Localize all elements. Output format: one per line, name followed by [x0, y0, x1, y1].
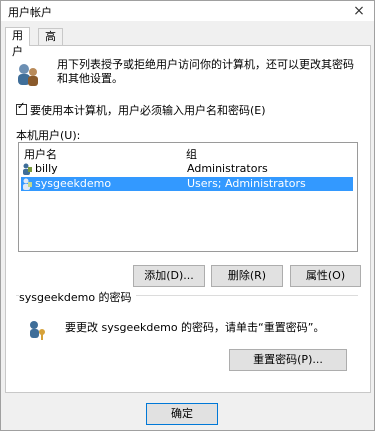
dialog-footer: 确定	[1, 393, 374, 430]
reset-password-button[interactable]: 重置密码(P)...	[229, 349, 347, 371]
user-accounts-window: 用户帐户 × 用户 高级 用下列表授予或拒绝用户访问你的计算机，还可以更改其密码…	[0, 0, 375, 431]
users-list[interactable]: 用户名 组 billy Administrators sysgeekdemo U…	[18, 142, 358, 252]
row-group: Administrators	[187, 162, 268, 175]
add-button[interactable]: 添加(D)...	[133, 265, 205, 287]
require-login-checkbox[interactable]	[16, 101, 27, 115]
user-icon	[23, 178, 32, 190]
users-icon	[18, 64, 38, 86]
tab-advanced[interactable]: 高级	[38, 28, 63, 59]
column-header-group[interactable]: 组	[186, 146, 197, 162]
user-icon	[23, 163, 32, 175]
password-group-title: sysgeekdemo 的密码	[19, 289, 136, 305]
tab-users[interactable]: 用户	[5, 27, 30, 58]
row-group: Users; Administrators	[187, 177, 306, 190]
description-text: 用下列表授予或拒绝用户访问你的计算机，还可以更改其密码和其他设置。	[57, 58, 354, 85]
close-icon[interactable]: ×	[350, 2, 368, 20]
row-username: billy	[35, 162, 58, 175]
window-title: 用户帐户	[8, 6, 52, 19]
properties-button[interactable]: 属性(O)	[290, 265, 361, 287]
users-list-label: 本机用户(U):	[16, 129, 81, 142]
column-header-username[interactable]: 用户名	[24, 146, 57, 162]
password-instructions: 要更改 sysgeekdemo 的密码，请单击“重置密码”。	[65, 321, 325, 334]
table-row-selected[interactable]: sysgeekdemo Users; Administrators	[21, 177, 353, 191]
title-bar: 用户帐户 ×	[1, 1, 374, 21]
row-username: sysgeekdemo	[35, 177, 112, 190]
table-row[interactable]: billy Administrators	[21, 162, 353, 176]
require-login-label: 要使用本计算机，用户必须输入用户名和密码(E)	[30, 104, 266, 117]
require-login-row[interactable]: 要使用本计算机，用户必须输入用户名和密码(E)	[16, 101, 266, 118]
ok-button[interactable]: 确定	[146, 403, 218, 425]
remove-button[interactable]: 删除(R)	[211, 265, 283, 287]
password-key-icon	[30, 321, 45, 340]
